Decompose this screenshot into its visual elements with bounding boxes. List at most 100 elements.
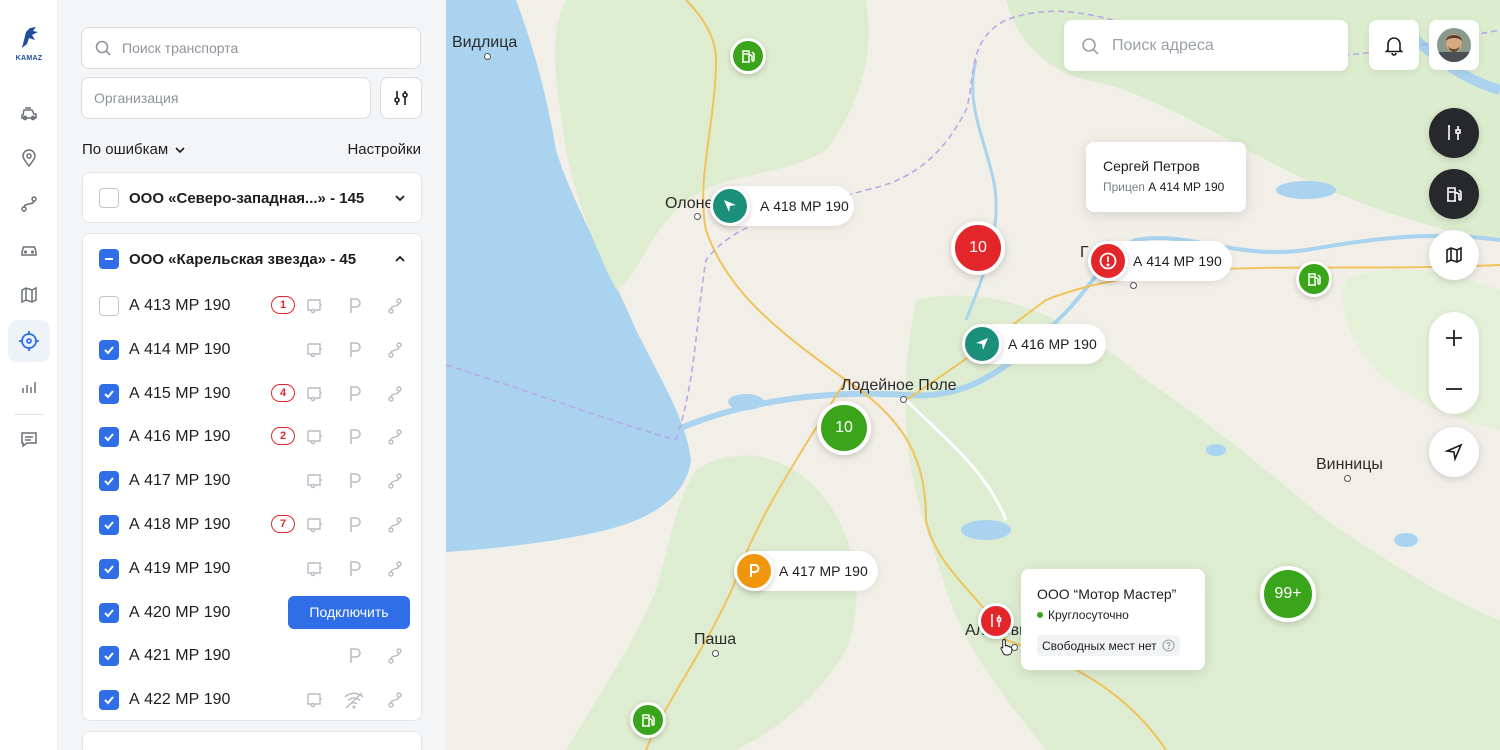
map-icon (1446, 246, 1462, 264)
cluster-marker[interactable]: 10 (951, 221, 1005, 275)
service-station-pin[interactable] (978, 603, 1014, 639)
sliders-icon (394, 91, 408, 105)
parking-icon[interactable] (345, 559, 365, 579)
route-icon[interactable] (385, 340, 405, 360)
vehicle-row[interactable]: А 415 МР 190 4 (99, 374, 411, 414)
search-icon (95, 40, 111, 56)
vehicle-row[interactable]: А 414 МР 190 (99, 330, 411, 370)
route-icon[interactable] (385, 646, 405, 666)
user-avatar-button[interactable] (1429, 20, 1479, 70)
map-view[interactable]: Видлица Олонец Лодейное Поле Винницы Паш… (446, 0, 1500, 750)
address-search-input[interactable]: Поиск адреса (1064, 20, 1348, 71)
route-icon[interactable] (385, 427, 405, 447)
vehicle-checkbox[interactable] (99, 646, 119, 667)
trailer-icon[interactable] (305, 384, 325, 404)
zoom-out-button[interactable] (1429, 363, 1479, 414)
chevron-up-icon[interactable] (393, 252, 407, 266)
sort-dropdown[interactable]: По ошибкам (82, 141, 186, 158)
message-icon (21, 432, 37, 448)
fuel-station-pin[interactable] (730, 38, 766, 74)
error-count-badge[interactable]: 1 (271, 296, 295, 314)
parking-icon[interactable] (345, 384, 365, 404)
vehicle-row[interactable]: А 418 МР 190 7 (99, 505, 411, 545)
vehicle-moving-pin[interactable] (710, 186, 750, 226)
zoom-in-button[interactable] (1429, 312, 1479, 363)
trailer-icon[interactable] (305, 427, 325, 447)
parking-icon[interactable] (345, 471, 365, 491)
vehicle-row[interactable]: А 419 МР 190 (99, 549, 411, 589)
vehicle-checkbox[interactable] (99, 471, 119, 492)
vehicle-row[interactable]: А 413 МР 190 1 (99, 286, 411, 326)
error-count-badge[interactable]: 7 (271, 515, 295, 533)
fuel-station-pin[interactable] (1296, 261, 1332, 297)
rail-reports-button[interactable] (8, 366, 50, 408)
vehicle-checkbox[interactable] (99, 690, 119, 711)
group-checkbox[interactable] (99, 188, 119, 208)
vehicle-parked-pin[interactable] (734, 551, 774, 591)
settings-link[interactable]: Настройки (347, 141, 421, 158)
vehicle-row[interactable]: А 421 МР 190 (99, 636, 411, 676)
rail-fleet-button[interactable] (8, 228, 50, 270)
parking-icon[interactable] (345, 296, 365, 316)
trailer-icon[interactable] (305, 690, 325, 710)
vehicle-moving-pin[interactable] (962, 324, 1002, 364)
parking-icon[interactable] (345, 646, 365, 666)
search-icon (1082, 37, 1099, 55)
vehicle-map-plate: А 416 МР 190 (1008, 336, 1097, 352)
cluster-marker[interactable]: 99+ (1260, 566, 1316, 622)
vehicle-checkbox[interactable] (99, 427, 119, 448)
route-icon[interactable] (385, 471, 405, 491)
route-icon[interactable] (385, 296, 405, 316)
connect-button[interactable]: Подключить (288, 595, 410, 629)
notifications-button[interactable] (1369, 20, 1419, 70)
vehicle-error-pin[interactable] (1088, 241, 1128, 281)
service-layer-button[interactable] (1429, 108, 1479, 158)
no-signal-icon[interactable] (343, 690, 364, 710)
vehicle-checkbox[interactable] (99, 383, 119, 404)
rail-messages-button[interactable] (8, 418, 50, 460)
vehicle-checkbox[interactable] (99, 515, 119, 535)
map-layer-button[interactable] (1429, 230, 1479, 280)
rail-locations-button[interactable] (8, 137, 50, 179)
rail-map-button[interactable] (8, 274, 50, 316)
group-header[interactable]: ООО «Карельская звезда» - 45 (99, 249, 407, 269)
fuel-station-pin[interactable] (630, 702, 666, 738)
vehicle-checkbox[interactable] (99, 558, 119, 579)
trailer-icon[interactable] (305, 471, 325, 491)
open-status-dot (1037, 612, 1043, 618)
organization-input[interactable]: Организация (81, 77, 371, 119)
cluster-marker[interactable]: 10 (817, 401, 871, 455)
trailer-icon[interactable] (305, 515, 325, 535)
parking-icon[interactable] (345, 515, 365, 535)
group-checkbox-partial[interactable] (99, 249, 119, 269)
route-icon[interactable] (385, 515, 405, 535)
parking-icon[interactable] (345, 427, 365, 447)
kamaz-logo[interactable]: KAMAZ (12, 24, 46, 64)
vehicle-row[interactable]: А 416 МР 190 2 (99, 417, 411, 457)
vehicle-checkbox[interactable] (99, 602, 119, 623)
my-location-button[interactable] (1429, 427, 1479, 477)
vehicle-checkbox[interactable] (99, 339, 119, 360)
rail-vehicles-button[interactable] (8, 92, 50, 134)
vehicle-search-input[interactable]: Поиск транспорта (81, 27, 421, 69)
vehicle-row[interactable]: А 422 МР 190 (99, 680, 411, 720)
vehicle-row[interactable]: А 420 МР 190 Подключить (99, 593, 411, 633)
route-icon[interactable] (385, 559, 405, 579)
parking-icon[interactable] (345, 340, 365, 360)
trailer-icon[interactable] (305, 559, 325, 579)
filter-button[interactable] (380, 77, 422, 119)
chevron-down-icon[interactable] (393, 191, 407, 205)
route-icon[interactable] (385, 384, 405, 404)
error-count-badge[interactable]: 4 (271, 383, 295, 402)
trailer-icon[interactable] (305, 340, 325, 360)
help-icon[interactable] (1162, 639, 1175, 652)
rail-monitoring-button[interactable] (8, 320, 50, 362)
rail-routes-button[interactable] (8, 183, 50, 225)
route-icon[interactable] (385, 690, 405, 710)
error-count-badge[interactable]: 2 (271, 427, 295, 446)
vehicle-checkbox[interactable] (99, 296, 119, 316)
fuel-layer-button[interactable] (1429, 169, 1479, 219)
group-header[interactable]: ООО «Северо-западная...» - 145 (99, 188, 407, 208)
vehicle-row[interactable]: А 417 МР 190 (99, 461, 411, 501)
trailer-icon[interactable] (305, 296, 325, 316)
